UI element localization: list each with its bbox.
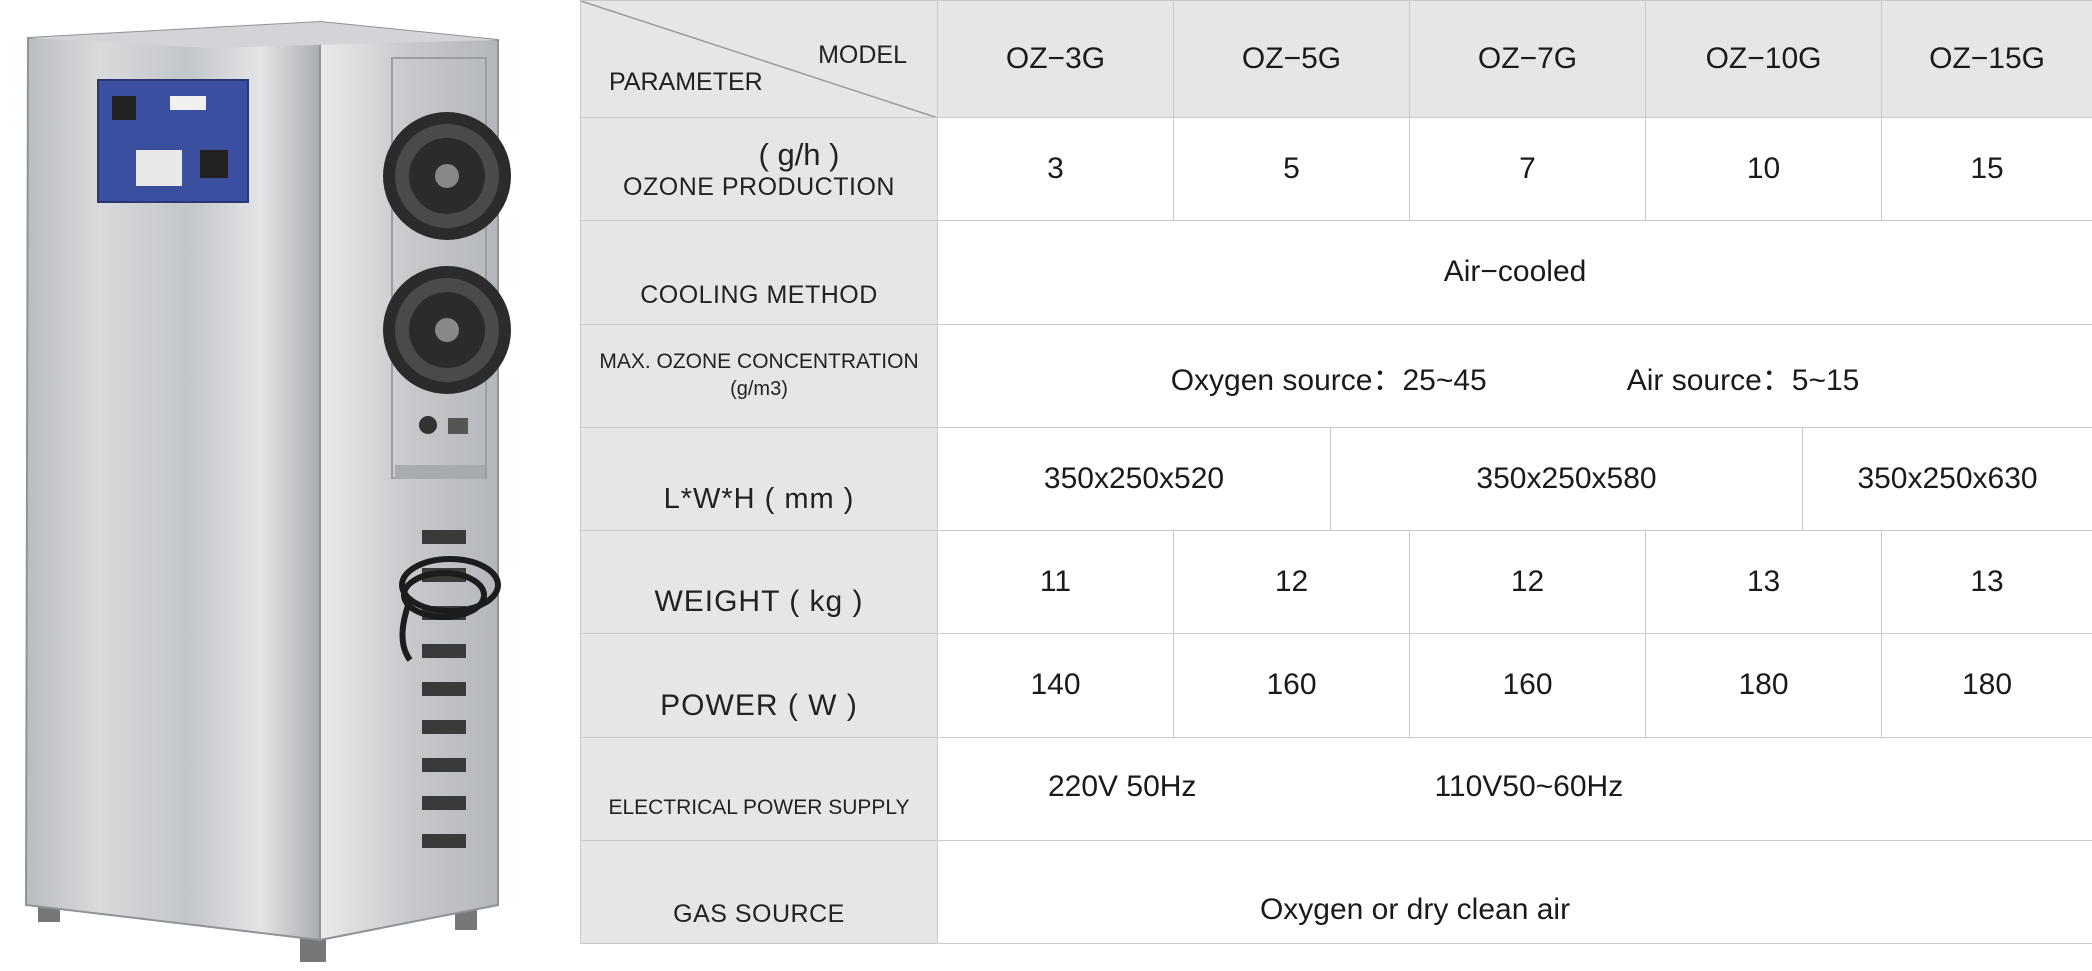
gas-source-row: GAS SOURCE Oxygen or dry clean air: [581, 840, 2092, 943]
ozone-production-value: 7: [1410, 118, 1646, 221]
weight-label: WEIGHT ( kg ): [654, 585, 863, 618]
ozone-production-unit: ( g/h ): [661, 137, 937, 173]
ozone-production-value: 10: [1646, 118, 1882, 221]
power-value: 180: [1646, 634, 1882, 737]
weight-value: 12: [1410, 531, 1646, 634]
specification-table: MODEL PARAMETER OZ−3G OZ−5G OZ−7G OZ−10G…: [580, 0, 2092, 944]
ozone-production-value: 15: [1882, 118, 2092, 221]
ozone-production-value: 5: [1174, 118, 1410, 221]
concentration-unit: (g/m3): [581, 378, 937, 401]
gas-source-label: GAS SOURCE: [673, 900, 845, 928]
cooling-label: COOLING METHOD: [640, 281, 878, 309]
cooling-row: COOLING METHOD Air−cooled: [581, 221, 2092, 324]
weight-value: 11: [938, 531, 1174, 634]
power-value: 180: [1882, 634, 2092, 737]
oxygen-source-concentration: Oxygen source：25~45: [1171, 355, 1487, 399]
ozone-production-value: 3: [938, 118, 1174, 221]
power-label-cell: POWER ( W ): [581, 634, 938, 737]
concentration-row: MAX. OZONE CONCENTRATION (g/m3) Oxygen s…: [581, 324, 2092, 427]
weight-label-cell: WEIGHT ( kg ): [581, 531, 938, 634]
dimensions-value: 350x250x580: [1331, 427, 1803, 530]
concentration-label-cell: MAX. OZONE CONCENTRATION (g/m3): [581, 324, 938, 427]
power-value: 140: [938, 634, 1174, 737]
cooling-value: Air−cooled: [938, 221, 2092, 324]
electrical-row: ELECTRICAL POWER SUPPLY 220V 50Hz 110V50…: [581, 737, 2092, 840]
air-source-concentration: Air source：5~15: [1627, 355, 1860, 399]
model-name: OZ−7G: [1410, 1, 1646, 118]
model-name: OZ−15G: [1882, 1, 2092, 118]
model-name: OZ−3G: [938, 1, 1174, 118]
electrical-label-cell: ELECTRICAL POWER SUPPLY: [581, 737, 938, 840]
concentration-label: MAX. OZONE CONCENTRATION: [599, 350, 918, 373]
header-row: MODEL PARAMETER OZ−3G OZ−5G OZ−7G OZ−10G…: [581, 1, 2092, 118]
model-label: MODEL: [818, 41, 907, 70]
header-corner-cell: MODEL PARAMETER: [581, 1, 938, 118]
ozone-production-label-cell: ( g/h ) OZONE PRODUCTION: [581, 118, 938, 221]
dimensions-label-cell: L*W*H ( mm ): [581, 427, 938, 530]
electrical-label: ELECTRICAL POWER SUPPLY: [608, 796, 909, 819]
power-value: 160: [1410, 634, 1646, 737]
ozone-generator-product-photo: [0, 0, 560, 966]
power-supply-220v: 220V 50Hz: [1048, 770, 1196, 804]
weight-value: 12: [1174, 531, 1410, 634]
model-name: OZ−5G: [1174, 1, 1410, 118]
electrical-value-cell: 220V 50Hz 110V50~60Hz: [938, 737, 2092, 840]
concentration-value-cell: Oxygen source：25~45 Air source：5~15: [938, 324, 2092, 427]
power-row: POWER ( W ) 140 160 160 180 180: [581, 634, 2092, 737]
gas-source-value: Oxygen or dry clean air: [938, 840, 2092, 943]
power-value: 160: [1174, 634, 1410, 737]
dimensions-label: L*W*H ( mm ): [664, 483, 855, 515]
weight-value: 13: [1646, 531, 1882, 634]
cooling-label-cell: COOLING METHOD: [581, 221, 938, 324]
parameter-label: PARAMETER: [609, 68, 763, 97]
weight-row: WEIGHT ( kg ) 11 12 12 13 13: [581, 531, 2092, 634]
dimensions-value: 350x250x520: [938, 427, 1331, 530]
ozone-production-row: ( g/h ) OZONE PRODUCTION 3 5 7 10 15: [581, 118, 2092, 221]
dimensions-value: 350x250x630: [1803, 427, 2092, 530]
dimensions-row: L*W*H ( mm ) 350x250x520 350x250x580 350…: [581, 427, 2092, 530]
gas-source-label-cell: GAS SOURCE: [581, 840, 938, 943]
ozone-production-label: OZONE PRODUCTION: [623, 173, 895, 201]
weight-value: 13: [1882, 531, 2092, 634]
power-label: POWER ( W ): [660, 689, 858, 722]
power-supply-110v: 110V50~60Hz: [1434, 770, 1623, 804]
model-name: OZ−10G: [1646, 1, 1882, 118]
